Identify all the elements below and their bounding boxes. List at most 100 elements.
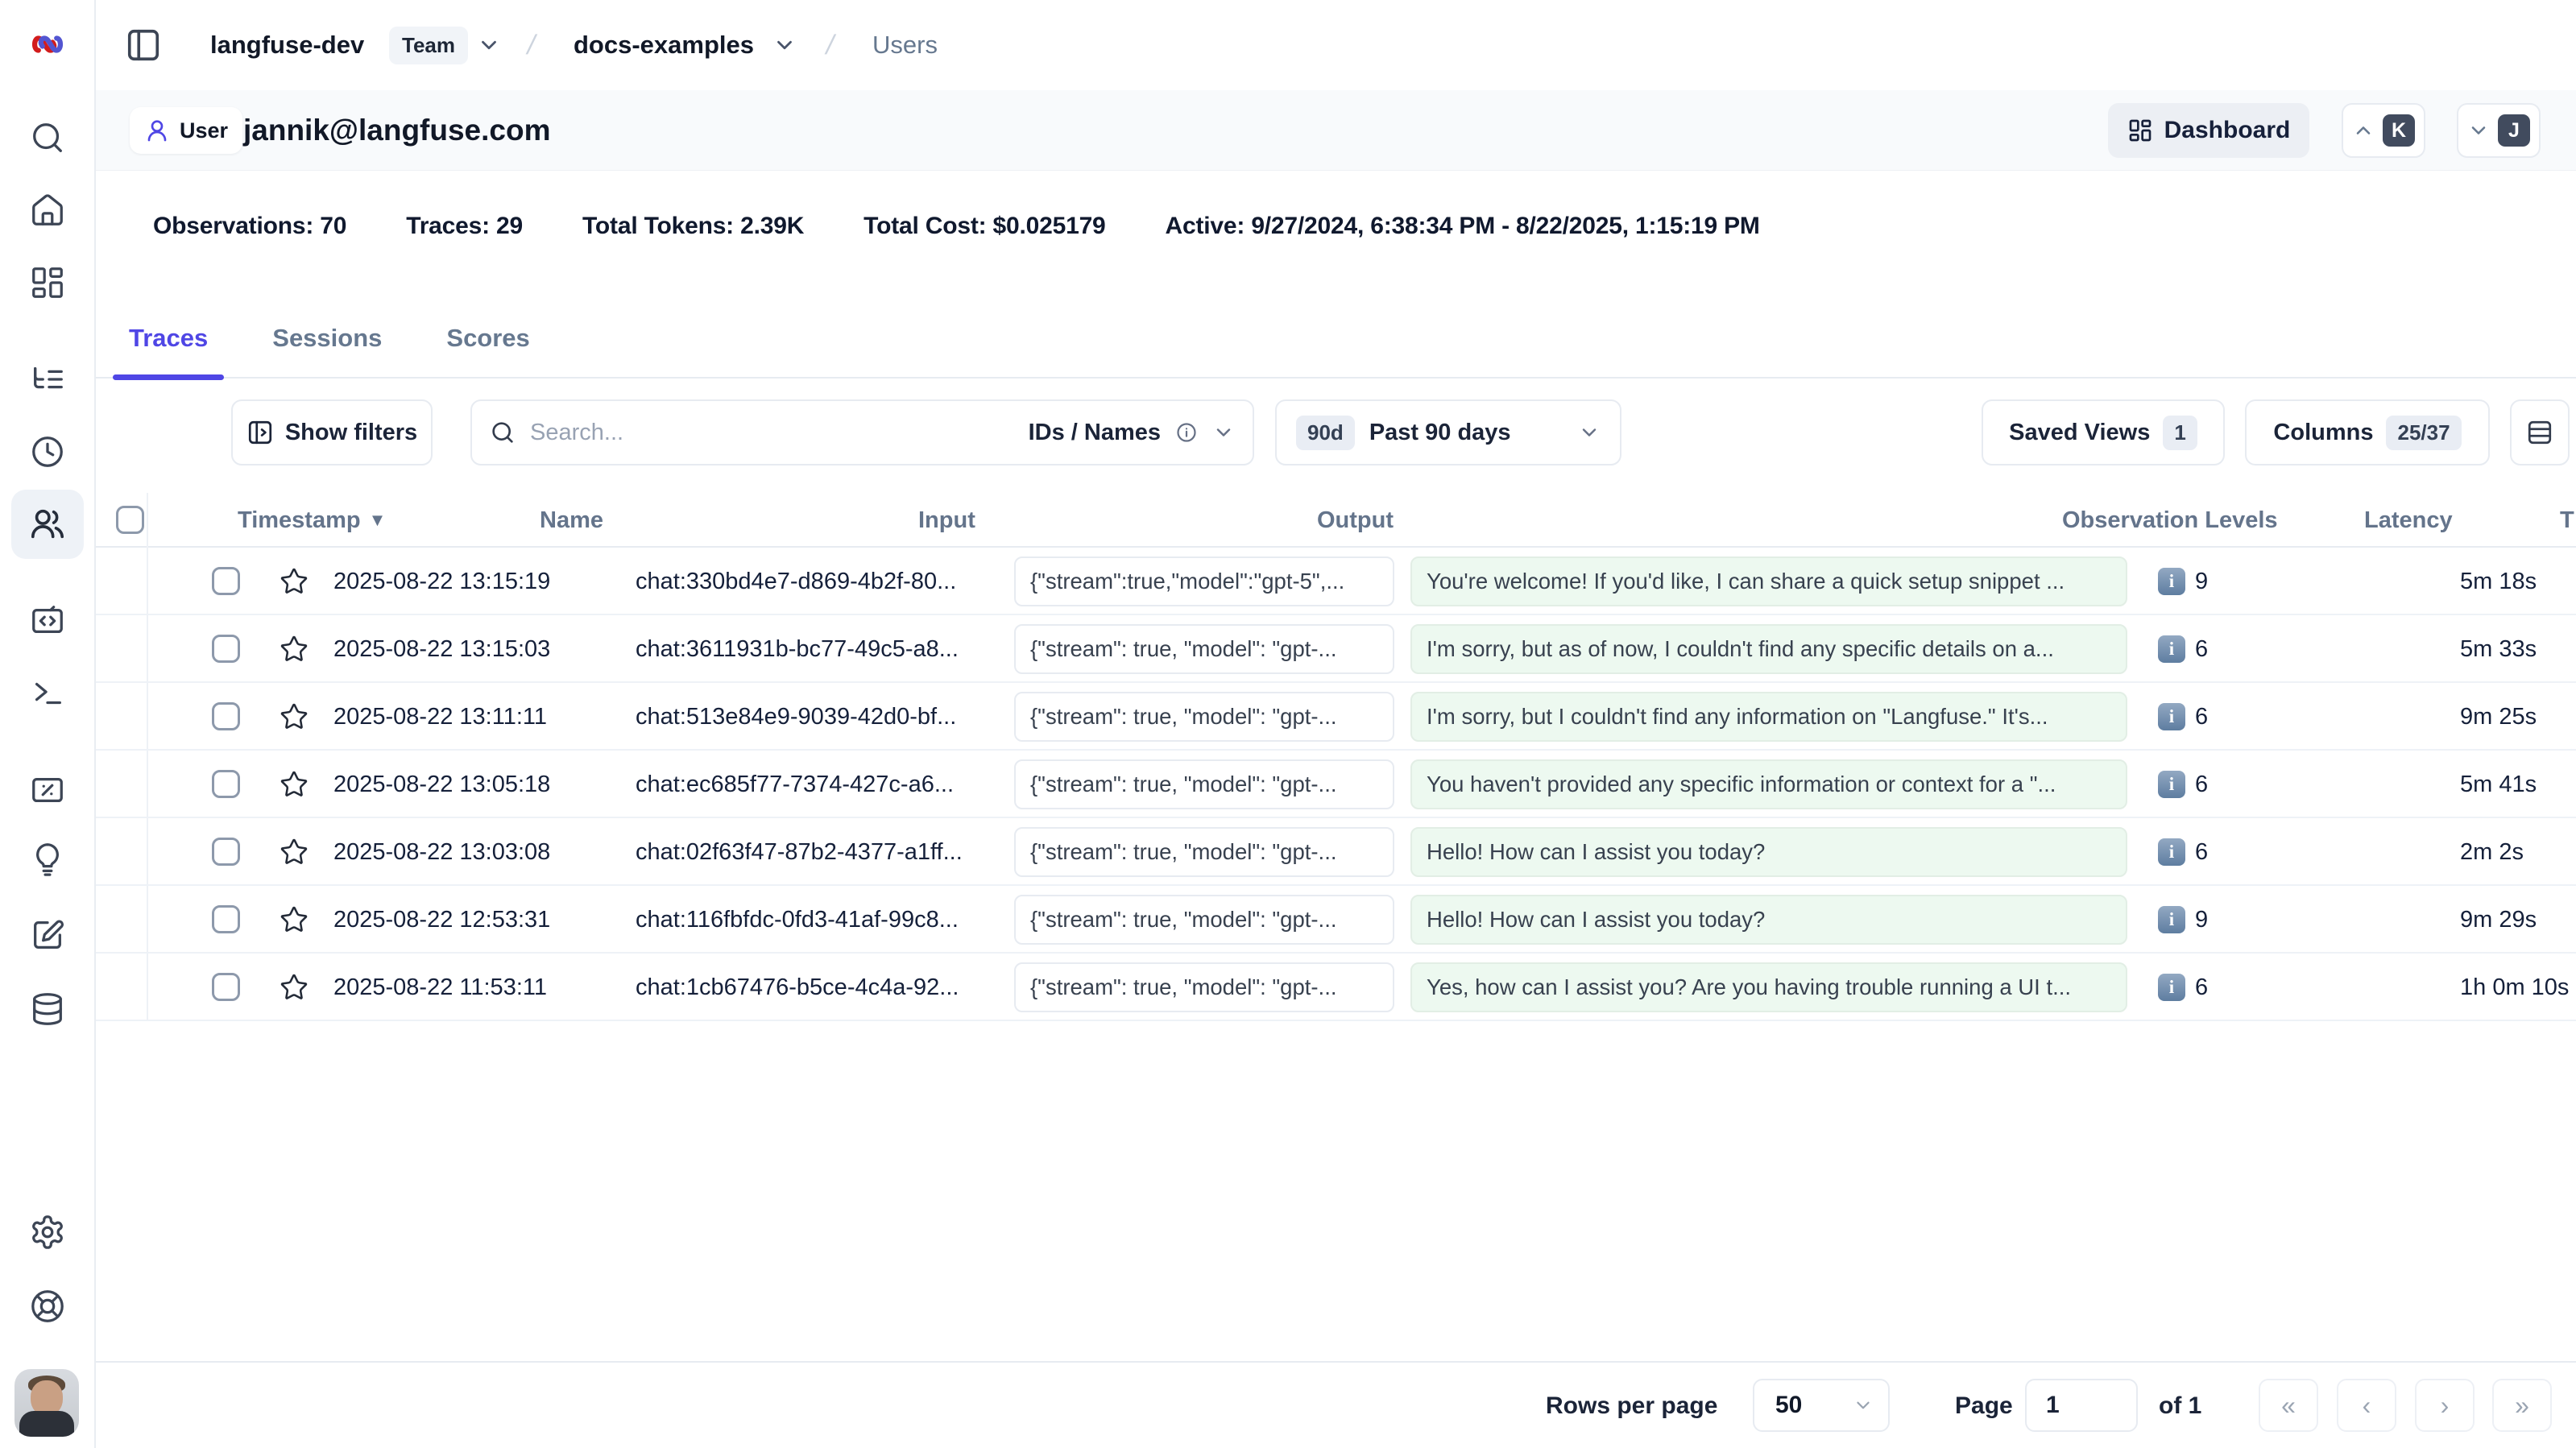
sidebar-item-evaluation[interactable]: [29, 772, 66, 809]
output-cell[interactable]: Hello! How can I assist you today?: [1410, 895, 2127, 945]
star-icon[interactable]: [280, 838, 309, 867]
sidebar-item-dashboards[interactable]: [29, 264, 66, 301]
input-cell[interactable]: {"stream": true, "model": "gpt-...: [1014, 759, 1394, 809]
name-cell[interactable]: chat:513e84e9-9039-42d0-bf...: [636, 683, 994, 751]
search-scope-label[interactable]: IDs / Names: [1029, 420, 1161, 446]
timestamp-cell[interactable]: 2025-08-22 13:03:08: [333, 818, 550, 886]
sidebar-item-playground[interactable]: [29, 675, 66, 712]
row-checkbox[interactable]: [212, 905, 240, 933]
environment-chevron-down-icon[interactable]: [772, 0, 797, 90]
dashboard-button[interactable]: Dashboard: [2108, 103, 2309, 158]
output-cell[interactable]: I'm sorry, but I couldn't find any infor…: [1410, 692, 2127, 742]
name-cell[interactable]: chat:116fbfdc-0fd3-41af-99c8...: [636, 886, 994, 954]
show-filters-button[interactable]: Show filters: [231, 399, 433, 465]
user-avatar[interactable]: [14, 1369, 79, 1437]
table-row[interactable]: 2025-08-22 13:15:19 chat:330bd4e7-d869-4…: [96, 548, 2576, 615]
prev-page-button[interactable]: ‹: [2337, 1379, 2396, 1432]
column-header-name[interactable]: Name: [540, 493, 603, 548]
row-height-button[interactable]: [2510, 399, 2570, 465]
star-icon[interactable]: [280, 770, 309, 799]
sidebar-item-support[interactable]: [29, 1288, 66, 1325]
breadcrumb-project[interactable]: langfuse-dev: [210, 0, 364, 90]
input-cell[interactable]: {"stream": true, "model": "gpt-...: [1014, 827, 1394, 877]
sidebar-toggle-button[interactable]: [125, 0, 162, 90]
output-cell[interactable]: You're welcome! If you'd like, I can sha…: [1410, 556, 2127, 606]
sidebar-item-users[interactable]: [11, 490, 84, 559]
sidebar-item-search[interactable]: [29, 119, 66, 156]
timestamp-cell[interactable]: 2025-08-22 13:15:19: [333, 548, 550, 615]
output-cell[interactable]: I'm sorry, but as of now, I couldn't fin…: [1410, 624, 2127, 674]
input-cell[interactable]: {"stream":true,"model":"gpt-5",...: [1014, 556, 1394, 606]
table-row[interactable]: 2025-08-22 13:11:11 chat:513e84e9-9039-4…: [96, 683, 2576, 751]
column-header-input[interactable]: Input: [918, 493, 975, 548]
table-row[interactable]: 2025-08-22 12:53:31 chat:116fbfdc-0fd3-4…: [96, 886, 2576, 954]
table-row[interactable]: 2025-08-22 13:15:03 chat:3611931b-bc77-4…: [96, 615, 2576, 683]
row-checkbox[interactable]: [212, 702, 240, 730]
sidebar-item-settings[interactable]: [29, 1214, 66, 1251]
row-checkbox[interactable]: [212, 635, 240, 663]
breadcrumb-separator: /: [817, 0, 843, 90]
next-user-button[interactable]: J: [2457, 103, 2541, 158]
column-header-observation-levels[interactable]: Observation Levels: [2062, 493, 2278, 548]
timestamp-cell[interactable]: 2025-08-22 13:05:18: [333, 751, 550, 818]
table-row[interactable]: 2025-08-22 11:53:11 chat:1cb67476-b5ce-4…: [96, 954, 2576, 1021]
sidebar-item-annotation[interactable]: [29, 916, 66, 954]
output-cell[interactable]: Hello! How can I assist you today?: [1410, 827, 2127, 877]
output-cell[interactable]: Yes, how can I assist you? Are you havin…: [1410, 962, 2127, 1012]
output-cell[interactable]: You haven't provided any specific inform…: [1410, 759, 2127, 809]
star-icon[interactable]: [280, 973, 309, 1002]
star-icon[interactable]: [280, 905, 309, 934]
row-checkbox[interactable]: [212, 770, 240, 798]
sidebar-item-prompts[interactable]: [29, 602, 66, 639]
chevron-down-icon[interactable]: [1212, 421, 1235, 444]
sidebar-item-datasets[interactable]: [29, 991, 66, 1028]
search-icon: [29, 119, 66, 156]
row-checkbox[interactable]: [212, 567, 240, 595]
star-icon[interactable]: [280, 635, 309, 664]
timestamp-cell[interactable]: 2025-08-22 11:53:11: [333, 954, 547, 1021]
timestamp-cell[interactable]: 2025-08-22 13:15:03: [333, 615, 550, 683]
search-input[interactable]: [530, 420, 981, 446]
saved-views-button[interactable]: Saved Views 1: [1982, 399, 2225, 465]
rows-per-page-select[interactable]: 50: [1753, 1379, 1890, 1432]
name-cell[interactable]: chat:330bd4e7-d869-4b2f-80...: [636, 548, 994, 615]
name-cell[interactable]: chat:3611931b-bc77-49c5-a8...: [636, 615, 994, 683]
chevron-down-icon: [1853, 1395, 1874, 1416]
row-checkbox[interactable]: [212, 973, 240, 1001]
tab-scores[interactable]: Scores: [430, 298, 545, 379]
column-header-output[interactable]: Output: [1317, 493, 1394, 548]
timestamp-cell[interactable]: 2025-08-22 13:11:11: [333, 683, 547, 751]
sidebar-item-sessions[interactable]: [29, 433, 66, 470]
sidebar-item-llm-as-a-judge[interactable]: [29, 841, 66, 878]
input-cell[interactable]: {"stream": true, "model": "gpt-...: [1014, 895, 1394, 945]
table-row[interactable]: 2025-08-22 13:05:18 chat:ec685f77-7374-4…: [96, 751, 2576, 818]
star-icon[interactable]: [280, 567, 309, 596]
column-header-truncated[interactable]: T: [2560, 493, 2574, 548]
tab-sessions[interactable]: Sessions: [256, 298, 398, 379]
row-checkbox[interactable]: [212, 838, 240, 866]
input-cell[interactable]: {"stream": true, "model": "gpt-...: [1014, 962, 1394, 1012]
last-page-button[interactable]: »: [2492, 1379, 2552, 1432]
star-icon[interactable]: [280, 702, 309, 731]
columns-button[interactable]: Columns 25/37: [2245, 399, 2490, 465]
input-cell[interactable]: {"stream": true, "model": "gpt-...: [1014, 624, 1394, 674]
next-page-button[interactable]: ›: [2415, 1379, 2475, 1432]
sidebar-item-tracing[interactable]: [29, 361, 66, 398]
prev-user-button[interactable]: K: [2342, 103, 2425, 158]
sidebar-item-home[interactable]: [29, 192, 66, 229]
first-page-button[interactable]: «: [2259, 1379, 2318, 1432]
tab-traces[interactable]: Traces: [113, 298, 224, 379]
column-header-timestamp[interactable]: Timestamp ▼: [238, 493, 386, 548]
timestamp-cell[interactable]: 2025-08-22 12:53:31: [333, 886, 550, 954]
timeframe-select[interactable]: 90d Past 90 days: [1275, 399, 1621, 465]
table-row[interactable]: 2025-08-22 13:03:08 chat:02f63f47-87b2-4…: [96, 818, 2576, 886]
breadcrumb-environment[interactable]: docs-examples: [574, 0, 754, 90]
select-all-checkbox[interactable]: [116, 506, 144, 534]
name-cell[interactable]: chat:1cb67476-b5ce-4c4a-92...: [636, 954, 994, 1021]
project-chevron-down-icon[interactable]: [477, 0, 501, 90]
page-input[interactable]: [2027, 1380, 2136, 1430]
input-cell[interactable]: {"stream": true, "model": "gpt-...: [1014, 692, 1394, 742]
name-cell[interactable]: chat:ec685f77-7374-427c-a6...: [636, 751, 994, 818]
name-cell[interactable]: chat:02f63f47-87b2-4377-a1ff...: [636, 818, 994, 886]
column-header-latency[interactable]: Latency: [2364, 493, 2453, 548]
